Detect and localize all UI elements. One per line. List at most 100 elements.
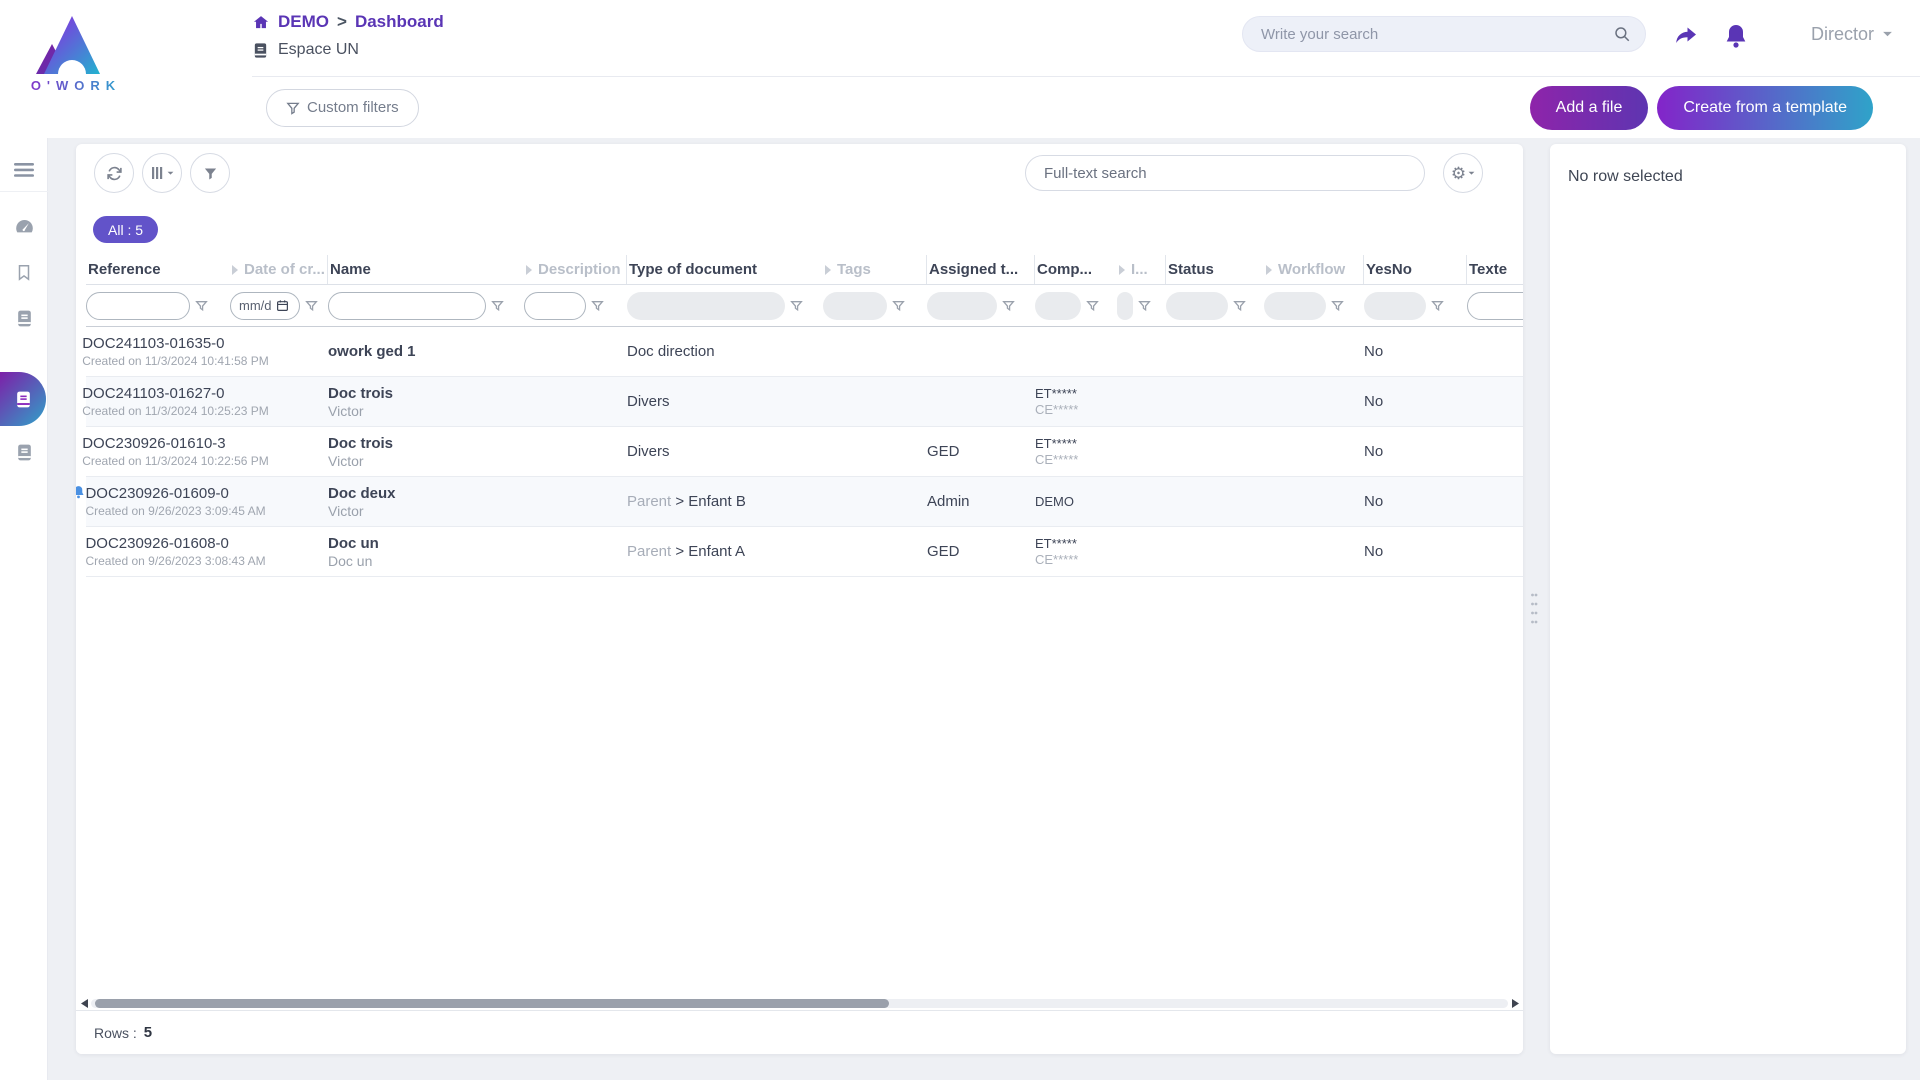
filter-input-description[interactable] [524, 292, 586, 320]
fulltext-search-input[interactable] [1025, 155, 1425, 191]
cell-yesno: No [1364, 527, 1467, 576]
column-header-date-of-cr[interactable]: Date of cr... [230, 255, 328, 284]
filter-funnel-icon[interactable] [195, 299, 208, 312]
sidebar-toggle-button[interactable] [0, 148, 48, 192]
sidebar-item-bookmarks[interactable] [0, 252, 48, 292]
cell-description [524, 327, 627, 376]
document-type: Divers [627, 393, 823, 410]
expand-column-icon[interactable] [825, 265, 831, 275]
home-icon[interactable] [252, 14, 270, 31]
filter-input-texte[interactable] [1467, 292, 1523, 320]
column-header-comp[interactable]: Comp... [1035, 255, 1117, 284]
panel-resize-handle[interactable] [1528, 590, 1540, 630]
cell-tags [823, 427, 927, 476]
scrollbar-thumb[interactable] [95, 999, 889, 1008]
filter-select-workflow[interactable] [1264, 292, 1326, 320]
scroll-left-arrow[interactable] [79, 998, 89, 1008]
filter-select-tags[interactable] [823, 292, 887, 320]
filter-select-yesno[interactable] [1364, 292, 1426, 320]
column-label: Status [1168, 261, 1214, 278]
sidebar-item-ged-active[interactable] [0, 372, 46, 426]
cell-type-of-document: Divers [627, 377, 823, 426]
table-row[interactable]: DOC241103-01627-0Created on 11/3/2024 10… [86, 377, 1523, 427]
columns-button[interactable] [142, 153, 182, 193]
tab-all-badge[interactable]: All : 5 [93, 216, 158, 243]
column-label: YesNo [1366, 261, 1412, 278]
filter-select-comp[interactable] [1035, 292, 1081, 320]
breadcrumb-separator: > [337, 12, 347, 32]
yesno-value: No [1364, 343, 1467, 360]
table-row[interactable]: DOC241103-01635-0Created on 11/3/2024 10… [86, 327, 1523, 377]
filter-funnel-icon[interactable] [790, 299, 803, 312]
filter-funnel-icon[interactable] [1431, 299, 1444, 312]
sidebar-item-documents[interactable] [0, 298, 48, 338]
document-subtitle: Victor [328, 503, 524, 519]
table-row[interactable]: EWDOC230926-01609-0Created on 9/26/2023 … [86, 477, 1523, 527]
expand-column-icon[interactable] [526, 265, 532, 275]
drag-dots-icon [1530, 591, 1538, 629]
filter-funnel-icon[interactable] [1331, 299, 1344, 312]
global-search[interactable] [1242, 16, 1646, 52]
column-header-tags[interactable]: Tags [823, 255, 927, 284]
funnel-icon [203, 166, 218, 181]
filter-funnel-icon[interactable] [1086, 299, 1099, 312]
refresh-button[interactable] [94, 153, 134, 193]
filter-input-name[interactable] [328, 292, 486, 320]
filter-funnel-icon[interactable] [1138, 299, 1151, 312]
column-header-assigned-t[interactable]: Assigned t... [927, 255, 1035, 284]
user-role-dropdown[interactable]: Director [1811, 24, 1893, 45]
filter-select-status[interactable] [1166, 292, 1228, 320]
add-file-button[interactable]: Add a file [1530, 86, 1649, 130]
document-type: Doc direction [627, 343, 823, 360]
filter-select-i[interactable] [1117, 292, 1133, 320]
filter-funnel-icon[interactable] [1233, 299, 1246, 312]
create-template-button[interactable]: Create from a template [1657, 86, 1873, 130]
breadcrumb-current[interactable]: Dashboard [355, 12, 444, 32]
share-button[interactable] [1672, 20, 1704, 52]
expand-column-icon[interactable] [1119, 265, 1125, 275]
filter-funnel-icon[interactable] [892, 299, 905, 312]
cell-description [524, 527, 627, 576]
custom-filters-button[interactable]: Custom filters [266, 89, 419, 127]
filter-funnel-icon[interactable] [305, 299, 318, 312]
notifications-button[interactable] [1724, 20, 1756, 52]
sidebar-item-archives[interactable] [0, 432, 48, 472]
filter-select-type-of-document[interactable] [627, 292, 785, 320]
sidebar-item-dashboard[interactable] [0, 206, 48, 246]
journal-icon [15, 309, 34, 328]
column-header-texte[interactable]: Texte [1467, 255, 1523, 284]
expand-column-icon[interactable] [232, 265, 238, 275]
column-header-status[interactable]: Status [1166, 255, 1264, 284]
table-row[interactable]: DOC230926-01610-3Created on 11/3/2024 10… [86, 427, 1523, 477]
breadcrumb-root[interactable]: DEMO [278, 12, 329, 32]
column-header-yesno[interactable]: YesNo [1364, 255, 1467, 284]
column-header-type-of-document[interactable]: Type of document [627, 255, 823, 284]
grid-settings-button[interactable]: ⚙ [1443, 153, 1483, 193]
column-label: Texte [1469, 261, 1507, 278]
filter-select-assigned-t[interactable] [927, 292, 997, 320]
column-header-reference[interactable]: Reference [86, 255, 230, 284]
column-header-name[interactable]: Name [328, 255, 524, 284]
cell-workflow [1264, 477, 1364, 526]
filter-funnel-icon[interactable] [1002, 299, 1015, 312]
cell-reference: EWDOC230926-01609-0Created on 9/26/2023 … [86, 477, 230, 526]
column-header-i[interactable]: I... [1117, 255, 1166, 284]
horizontal-scrollbar[interactable] [76, 996, 1523, 1010]
global-search-input[interactable] [1261, 26, 1613, 43]
scroll-right-arrow[interactable] [1510, 998, 1520, 1008]
column-header-description[interactable]: Description [524, 255, 627, 284]
filter-funnel-icon[interactable] [591, 299, 604, 312]
filter-button[interactable] [190, 153, 230, 193]
brand-logo[interactable]: O'WORK [16, 10, 136, 93]
table-row[interactable]: DOC230926-01608-0Created on 9/26/2023 3:… [86, 527, 1523, 577]
filter-date-date-of-cr[interactable]: mm/d [230, 292, 300, 320]
column-header-workflow[interactable]: Workflow [1264, 255, 1364, 284]
filter-funnel-icon[interactable] [491, 299, 504, 312]
assigned-to: GED [927, 443, 1035, 460]
expand-column-icon[interactable] [1266, 265, 1272, 275]
scrollbar-track[interactable] [91, 999, 1508, 1008]
filter-input-reference[interactable] [86, 292, 190, 320]
documents-table: ReferenceDate of cr...Name Description Typ… [76, 255, 1523, 577]
column-label: Description [538, 261, 621, 278]
search-icon[interactable] [1613, 25, 1631, 43]
